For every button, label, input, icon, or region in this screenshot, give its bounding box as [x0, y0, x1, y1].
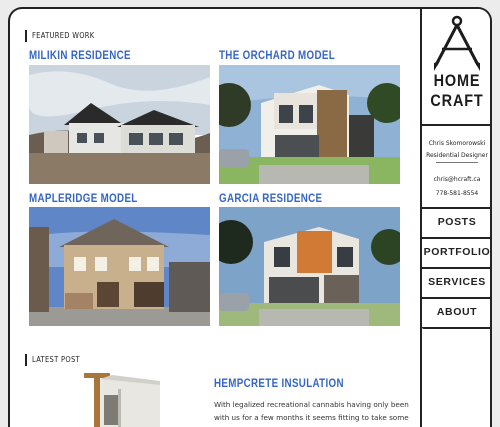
- contact-email[interactable]: chris@hcraft.ca: [422, 176, 490, 183]
- nav-services[interactable]: SERVICES: [422, 267, 490, 295]
- contact-divider: [436, 162, 478, 163]
- nav-posts[interactable]: POSTS: [422, 207, 490, 235]
- nav-about[interactable]: ABOUT: [422, 297, 490, 325]
- logo-text-craft: CRAFT: [430, 91, 484, 110]
- project-image-milikin[interactable]: [29, 65, 210, 184]
- logo-text-home: HOME: [433, 71, 481, 90]
- contact-role: Residential Designer: [426, 152, 488, 159]
- post-thumbnail[interactable]: [80, 371, 170, 427]
- latest-post-heading: LATEST POST: [25, 354, 80, 366]
- project-title-garcia[interactable]: GARCIA RESIDENCE: [219, 193, 322, 205]
- nav-bottom-rule: [422, 327, 490, 329]
- sidebar: HOME CRAFT Chris Skomorowski Residential…: [420, 9, 490, 427]
- project-image-mapleridge[interactable]: [29, 207, 210, 326]
- home-craft-logo[interactable]: HOME CRAFT: [422, 9, 490, 126]
- contact-name: Chris Skomorowski: [428, 140, 486, 147]
- nav-portfolio[interactable]: PORTFOLIO: [422, 237, 490, 265]
- page-frame: FEATURED WORK MILIKIN RESIDENCE THE ORCH…: [8, 7, 492, 427]
- main-content: FEATURED WORK MILIKIN RESIDENCE THE ORCH…: [10, 9, 420, 427]
- featured-work-heading: FEATURED WORK: [25, 30, 95, 42]
- compass-icon: [434, 15, 480, 71]
- project-title-orchard[interactable]: THE ORCHARD MODEL: [219, 50, 335, 62]
- project-title-mapleridge[interactable]: MAPLERIDGE MODEL: [29, 193, 138, 205]
- project-image-garcia[interactable]: [219, 207, 400, 326]
- contact-card: Chris Skomorowski Residential Designer c…: [422, 126, 490, 206]
- project-title-milikin[interactable]: MILIKIN RESIDENCE: [29, 50, 131, 62]
- contact-phone[interactable]: 778-581-8554: [422, 190, 490, 197]
- project-image-orchard[interactable]: [219, 65, 400, 184]
- post-excerpt: With legalized recreational cannabis hav…: [214, 400, 409, 422]
- post-title[interactable]: HEMPCRETE INSULATION: [214, 378, 344, 390]
